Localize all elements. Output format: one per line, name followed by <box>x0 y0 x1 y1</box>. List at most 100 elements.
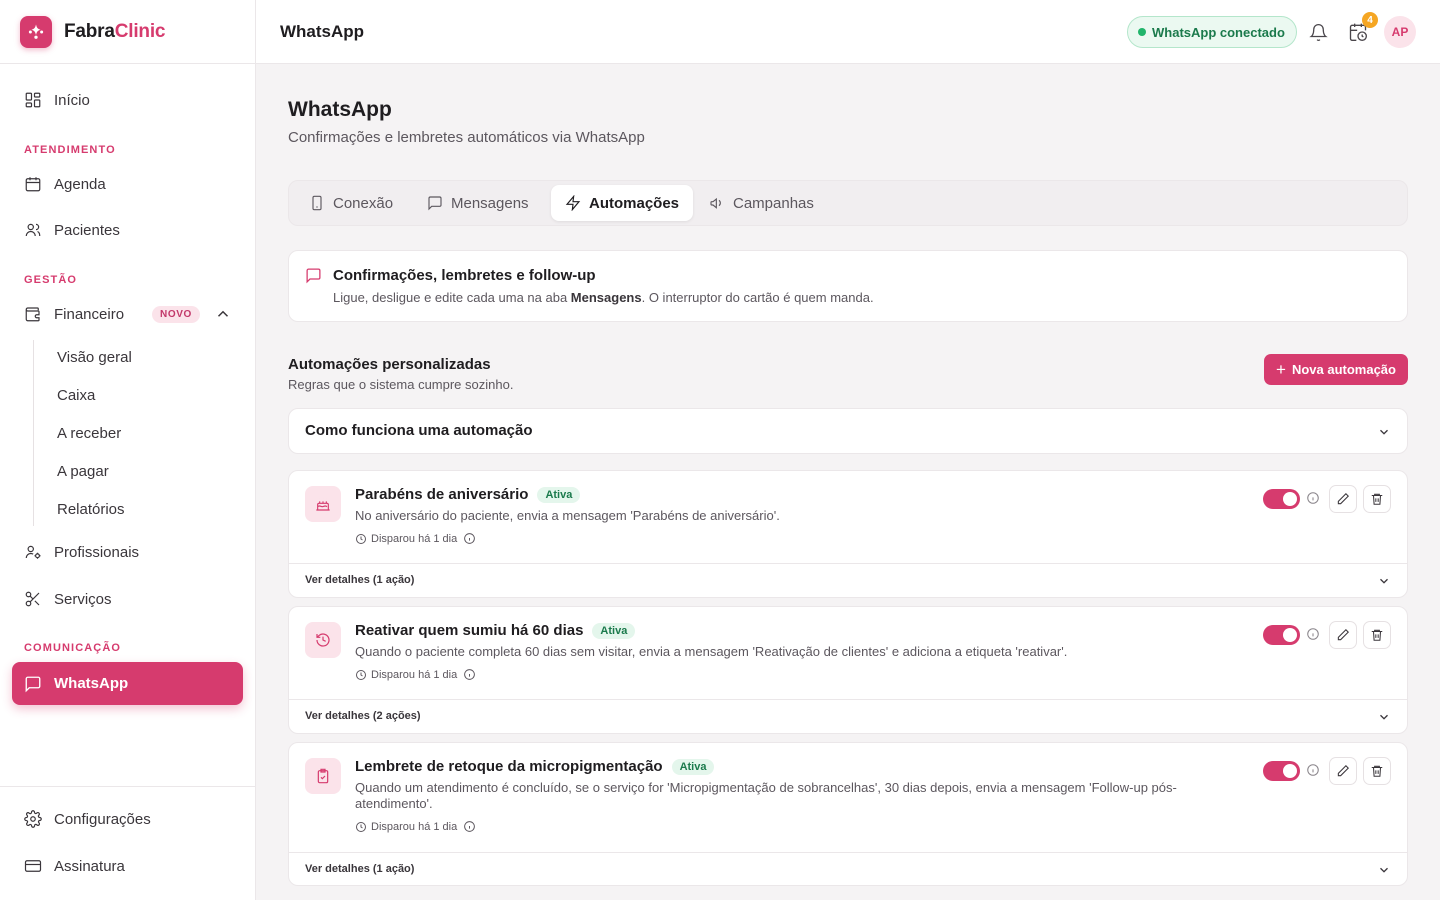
tab-bar: Conexão Mensagens Automações Campanhas <box>288 180 1408 226</box>
section-comunicacao: COMUNICAÇÃO <box>24 642 122 654</box>
nav-profissionais-label: Profissionais <box>54 543 140 561</box>
tab-campanhas[interactable]: Campanhas <box>695 185 828 221</box>
pencil-icon <box>1337 765 1349 777</box>
status-badge: Ativa <box>592 622 636 639</box>
clock-icon <box>356 821 366 832</box>
trash-icon <box>1371 765 1383 777</box>
howto-title: Como funciona uma automação <box>305 422 533 439</box>
tab-automacoes[interactable]: Automações <box>551 185 694 221</box>
tab-mensagens[interactable]: Mensagens <box>413 185 543 221</box>
chevron-down-icon <box>1380 867 1388 873</box>
cake-icon <box>305 486 341 522</box>
info-card-text: Ligue, desligue e edite cada uma na aba … <box>333 290 874 305</box>
subnav-caixa[interactable]: Caixa <box>57 387 95 404</box>
bell-icon[interactable] <box>1306 20 1330 44</box>
automation-toggle[interactable] <box>1263 625 1300 645</box>
subnav-a-pagar[interactable]: A pagar <box>57 463 109 480</box>
nav-configuracoes[interactable]: Configurações <box>12 799 243 839</box>
nav-agenda[interactable]: Agenda <box>12 164 243 204</box>
nav-financeiro-label: Financeiro <box>54 305 125 323</box>
credit-card-icon <box>24 860 42 872</box>
wallet-icon <box>25 307 40 322</box>
tab-automacoes-label: Automações <box>589 194 680 212</box>
automation-description: Quando o paciente completa 60 dias sem v… <box>355 644 1068 659</box>
clipboard-check-icon <box>305 758 341 794</box>
user-cog-icon <box>25 545 41 559</box>
howto-accordion[interactable]: Como funciona uma automação <box>288 408 1408 454</box>
delete-button[interactable] <box>1363 757 1391 785</box>
delete-button[interactable] <box>1363 485 1391 513</box>
info-icon[interactable] <box>463 820 476 833</box>
tab-conexao-label: Conexão <box>333 194 394 212</box>
edit-button[interactable] <box>1329 621 1357 649</box>
info-card-title: Confirmações, lembretes e follow-up <box>333 267 596 284</box>
automation-card: Lembrete de retoque da micropigmentação A… <box>288 742 1408 886</box>
brand-name: FabraClinic <box>64 20 166 42</box>
chevron-down-icon <box>1380 714 1388 720</box>
custom-automations-title: Automações personalizadas <box>288 356 491 373</box>
nav-inicio[interactable]: Início <box>12 80 243 120</box>
section-gestao: GESTÃO <box>24 274 78 286</box>
mensagens-link[interactable]: Mensagens <box>571 290 642 305</box>
tab-mensagens-label: Mensagens <box>451 194 529 212</box>
automation-description: No aniversário do paciente, envia a mens… <box>355 508 780 523</box>
automation-last-run: Disparou há 1 dia <box>355 532 480 545</box>
subnav-a-receber[interactable]: A receber <box>57 425 121 442</box>
automation-description: Quando um atendimento é concluído, se o … <box>355 780 1177 811</box>
details-label: Ver detalhes (2 ações) <box>305 710 421 722</box>
nav-servicos-label: Serviços <box>54 590 112 608</box>
message-square-icon <box>428 196 442 211</box>
whatsapp-status-badge[interactable]: WhatsApp conectado <box>1127 16 1297 48</box>
status-badge: Ativa <box>671 758 715 775</box>
tab-conexao[interactable]: Conexão <box>295 185 407 221</box>
details-toggle[interactable]: Ver detalhes (2 ações) <box>289 699 1407 733</box>
info-icon[interactable] <box>463 532 476 545</box>
new-automation-button[interactable]: + Nova automação <box>1264 354 1408 385</box>
automation-last-run: Disparou há 1 dia <box>355 668 480 681</box>
nav-servicos[interactable]: Serviços <box>12 579 243 619</box>
message-square-icon <box>306 268 321 284</box>
sidebar-divider <box>0 786 256 787</box>
message-square-icon <box>25 676 41 692</box>
nav-assinatura[interactable]: Assinatura <box>12 846 243 886</box>
page-title: WhatsApp <box>288 98 392 121</box>
automation-card: Reativar quem sumiu há 60 dias Ativa Quan… <box>288 606 1408 734</box>
automation-name: Reativar quem sumiu há 60 dias Ativa <box>355 622 636 639</box>
automation-toggle[interactable] <box>1263 489 1300 509</box>
subnav-visao-geral[interactable]: Visão geral <box>57 349 132 366</box>
automation-toggle[interactable] <box>1263 761 1300 781</box>
users-icon <box>25 223 41 237</box>
tab-campanhas-label: Campanhas <box>733 194 814 212</box>
delete-button[interactable] <box>1363 621 1391 649</box>
history-icon <box>305 622 341 658</box>
nav-pacientes-label: Pacientes <box>54 221 120 239</box>
info-icon[interactable] <box>463 668 476 681</box>
nav-pacientes[interactable]: Pacientes <box>12 210 243 250</box>
automation-name: Parabéns de aniversário Ativa <box>355 486 581 503</box>
edit-button[interactable] <box>1329 485 1357 513</box>
details-toggle[interactable]: Ver detalhes (1 ação) <box>289 852 1407 886</box>
brand[interactable]: FabraClinic <box>0 0 255 64</box>
plus-icon: + <box>1276 360 1286 379</box>
info-icon[interactable] <box>1306 491 1320 505</box>
nav-whatsapp[interactable]: WhatsApp <box>12 662 243 705</box>
nav-configuracoes-label: Configurações <box>54 810 151 828</box>
details-toggle[interactable]: Ver detalhes (1 ação) <box>289 563 1407 597</box>
status-dot-icon <box>1138 28 1146 36</box>
subnav-relatorios[interactable]: Relatórios <box>57 501 125 518</box>
nav-financeiro[interactable]: Financeiro NOVO <box>12 294 243 334</box>
info-card: Confirmações, lembretes e follow-up Ligu… <box>288 250 1408 322</box>
info-icon[interactable] <box>1306 763 1320 777</box>
settings-icon <box>24 810 42 828</box>
avatar[interactable]: AP <box>1384 16 1416 48</box>
nav-profissionais[interactable]: Profissionais <box>12 532 243 572</box>
new-automation-label: Nova automação <box>1291 362 1396 377</box>
nav-whatsapp-label: WhatsApp <box>54 675 129 692</box>
nav-agenda-label: Agenda <box>54 175 106 193</box>
edit-button[interactable] <box>1329 757 1357 785</box>
automation-card: Parabéns de aniversário Ativa No aniversá… <box>288 470 1408 598</box>
new-badge: NOVO <box>152 305 200 323</box>
dashboard-icon <box>25 92 41 108</box>
status-badge: Ativa <box>537 486 581 503</box>
info-icon[interactable] <box>1306 627 1320 641</box>
